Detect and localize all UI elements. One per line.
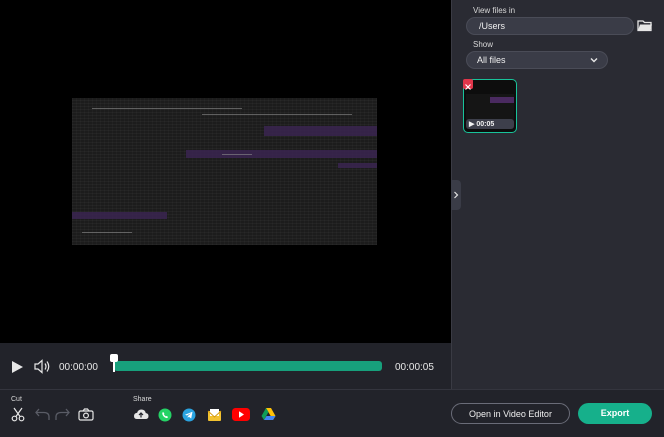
video-noise [72, 98, 377, 245]
show-label: Show [473, 40, 494, 49]
show-filter-select[interactable]: All files [466, 51, 608, 69]
open-in-video-editor-button[interactable]: Open in Video Editor [451, 403, 570, 424]
video-artifact [72, 212, 167, 219]
undo-icon[interactable] [35, 408, 51, 426]
google-drive-icon[interactable] [261, 407, 276, 426]
playhead-handle[interactable] [110, 354, 118, 362]
video-artifact [186, 150, 377, 158]
video-artifact [222, 154, 252, 155]
folder-icon[interactable] [637, 18, 653, 34]
progress-track[interactable] [114, 361, 382, 371]
scissors-icon[interactable] [11, 407, 25, 427]
video-artifact [264, 126, 377, 136]
video-artifact [92, 108, 242, 109]
whatsapp-icon[interactable] [158, 408, 172, 427]
video-artifact [202, 114, 352, 115]
cloud-icon[interactable] [133, 408, 149, 426]
view-files-label: View files in [473, 6, 516, 15]
path-field[interactable]: /Users [466, 17, 634, 35]
show-filter-value: All files [477, 55, 506, 65]
delete-icon[interactable] [463, 79, 473, 90]
export-button[interactable]: Export [578, 403, 652, 424]
chevron-down-icon [590, 56, 598, 64]
files-panel: View files in /Users Show All files ▶ 00… [451, 0, 664, 389]
telegram-icon[interactable] [182, 408, 196, 427]
thumbnail-duration: ▶ 00:05 [466, 119, 514, 129]
video-frame [72, 98, 377, 245]
current-time: 00:00:00 [59, 362, 98, 373]
video-preview[interactable] [0, 0, 451, 343]
duration-time: 00:00:05 [395, 362, 434, 373]
thumbnail-image [466, 94, 514, 120]
youtube-icon[interactable] [231, 407, 251, 427]
camera-icon[interactable] [78, 408, 94, 426]
play-icon[interactable] [11, 360, 24, 379]
volume-icon[interactable] [34, 359, 51, 379]
collapse-panel-button[interactable] [451, 180, 461, 210]
video-artifact [82, 232, 132, 233]
email-icon[interactable] [207, 408, 222, 427]
share-label: Share [133, 396, 152, 403]
video-artifact [338, 163, 377, 168]
cut-label: Cut [11, 396, 22, 403]
redo-icon[interactable] [54, 408, 70, 426]
